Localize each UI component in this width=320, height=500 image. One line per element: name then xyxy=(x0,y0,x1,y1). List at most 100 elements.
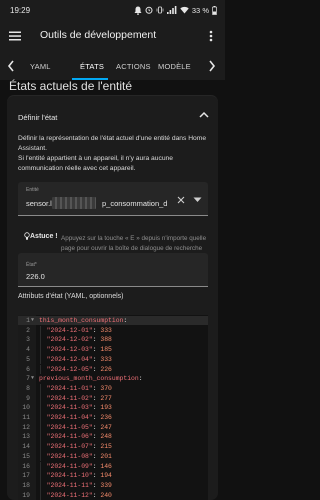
card-description: Définir la représentation de l'état actu… xyxy=(18,134,214,174)
yaml-value: 333 xyxy=(100,355,112,363)
yaml-entry: "2024-12-02": 388 xyxy=(46,336,112,344)
chevron-up-icon[interactable] xyxy=(198,110,210,120)
code-line[interactable]: 9 "2024-11-02": 277 xyxy=(18,393,208,404)
battery-percent: 33 % xyxy=(191,5,209,15)
line-number: 6 xyxy=(26,365,30,373)
code-line[interactable]: 8 "2024-11-01": 370 xyxy=(18,383,208,394)
yaml-value: 226 xyxy=(100,365,112,373)
yaml-entry: "2024-12-01": 333 xyxy=(46,326,112,334)
yaml-entry: "2024-11-09": 146 xyxy=(46,462,112,470)
line-number: 2 xyxy=(26,326,30,334)
app-bar: Outils de développement YAML ÉTATS ACTIO… xyxy=(0,20,225,80)
yaml-date-key: 2024-12-01 xyxy=(50,326,89,334)
line-number: 18 xyxy=(22,481,30,489)
tab-etats[interactable]: ÉTATS xyxy=(80,62,104,71)
line-number: 19 xyxy=(22,491,30,499)
signal-icon xyxy=(166,6,177,14)
code-line[interactable]: 3 "2024-12-02": 388 xyxy=(18,335,208,346)
wifi-icon xyxy=(180,6,189,14)
yaml-value: 194 xyxy=(100,472,112,480)
code-line[interactable]: 16 "2024-11-09": 146 xyxy=(18,461,208,472)
line-number: 3 xyxy=(26,336,30,344)
entity-picker[interactable]: Entité sensor.l p_consommation_d xyxy=(18,182,208,216)
code-line[interactable]: 2 "2024-12-01": 333 xyxy=(18,325,208,336)
yaml-value: 370 xyxy=(100,384,112,392)
yaml-entry: "2024-11-07": 215 xyxy=(46,443,112,451)
yaml-value: 277 xyxy=(100,394,112,402)
yaml-entry: "2024-11-04": 236 xyxy=(46,414,112,421)
yaml-date-key: 2024-11-03 xyxy=(50,404,89,412)
yaml-entry: "2024-12-03": 185 xyxy=(46,346,112,354)
yaml-value: 240 xyxy=(100,491,112,499)
yaml-key-text: this_month_consumption xyxy=(39,317,124,324)
yaml-date-key: 2024-11-12 xyxy=(50,491,89,499)
line-number: 11 xyxy=(22,414,30,421)
yaml-date-key: 2024-12-04 xyxy=(50,355,89,363)
code-line[interactable]: 19 "2024-11-12": 240 xyxy=(18,490,208,500)
yaml-value: 201 xyxy=(100,452,112,460)
alarm-icon xyxy=(145,6,153,14)
yaml-entry: "2024-11-03": 193 xyxy=(46,404,112,412)
yaml-entry: "2024-11-06": 248 xyxy=(46,433,112,441)
code-line[interactable]: 18 "2024-11-11": 339 xyxy=(18,480,208,491)
yaml-entry: "2024-11-08": 201 xyxy=(46,452,112,460)
fold-arrow-icon[interactable]: ▼ xyxy=(31,374,37,383)
line-number: 14 xyxy=(22,443,30,451)
code-line[interactable]: 4 "2024-12-03": 185 xyxy=(18,345,208,355)
fold-arrow-icon[interactable]: ▼ xyxy=(31,316,37,325)
code-line[interactable]: 11 "2024-11-04": 236 xyxy=(18,413,208,423)
yaml-entry: "2024-11-05": 247 xyxy=(46,423,112,431)
chevron-left-icon[interactable] xyxy=(6,58,16,74)
yaml-key: this_month_consumption: xyxy=(39,317,128,324)
more-options-icon[interactable] xyxy=(206,29,216,43)
line-number: 7 xyxy=(26,375,30,383)
yaml-entry: "2024-11-10": 194 xyxy=(46,472,112,480)
yaml-value: 339 xyxy=(100,481,112,489)
status-bar: 19:29 33 % xyxy=(0,0,225,20)
code-line[interactable]: 17 "2024-11-10": 194 xyxy=(18,471,208,481)
state-input[interactable]: État* 226.0 xyxy=(18,253,208,287)
code-line[interactable]: 14 "2024-11-07": 215 xyxy=(18,442,208,452)
yaml-value: 215 xyxy=(100,443,112,451)
yaml-date-key: 2024-11-11 xyxy=(50,481,89,489)
line-number: 17 xyxy=(22,472,30,480)
menu-icon[interactable] xyxy=(8,29,22,43)
yaml-key: previous_month_consumption: xyxy=(39,375,143,383)
code-line[interactable]: 10 "2024-11-03": 193 xyxy=(18,403,208,413)
description-line-2: Si l'entité appartient à un appareil, il… xyxy=(18,155,173,173)
tab-modele[interactable]: MODÈLE xyxy=(158,62,191,71)
yaml-value: 193 xyxy=(100,404,112,412)
line-number: 4 xyxy=(26,346,30,354)
redacted-block xyxy=(52,197,96,209)
entity-field-label: Entité xyxy=(26,187,39,193)
tab-actions[interactable]: ACTIONS xyxy=(116,62,151,71)
yaml-code-editor[interactable]: 1 ▼ this_month_consumption: 2 "2024-12-01":… xyxy=(18,315,208,500)
yaml-key-text: previous_month_consumption xyxy=(39,375,139,383)
code-line[interactable]: 5 "2024-12-04": 333 xyxy=(18,354,208,365)
yaml-value: 333 xyxy=(100,326,112,334)
yaml-date-key: 2024-11-04 xyxy=(50,414,89,421)
code-line[interactable]: 6 "2024-12-05": 226 xyxy=(18,364,208,375)
yaml-value: 388 xyxy=(100,336,112,344)
code-line[interactable]: 12 "2024-11-05": 247 xyxy=(18,422,208,433)
state-field-label: État* xyxy=(26,262,37,268)
card-header[interactable]: Définir l'état xyxy=(18,113,57,122)
code-line[interactable]: 1 ▼ this_month_consumption: xyxy=(18,316,208,325)
chevron-right-icon[interactable] xyxy=(207,58,217,74)
yaml-value: 146 xyxy=(100,462,112,470)
dropdown-arrow-icon[interactable] xyxy=(193,197,202,203)
yaml-date-key: 2024-11-08 xyxy=(50,452,89,460)
code-line[interactable]: 7 ▼ previous_month_consumption: xyxy=(18,374,208,383)
code-line[interactable]: 15 "2024-11-08": 201 xyxy=(18,451,208,462)
set-state-card: Définir l'état Définir la représentation… xyxy=(7,95,218,500)
yaml-date-key: 2024-11-01 xyxy=(50,384,89,392)
yaml-date-key: 2024-11-10 xyxy=(50,472,89,480)
tab-yaml[interactable]: YAML xyxy=(30,62,51,71)
tab-bar: YAML ÉTATS ACTIONS MODÈLE xyxy=(0,53,225,80)
clear-icon[interactable] xyxy=(177,196,185,204)
code-line[interactable]: 13 "2024-11-06": 248 xyxy=(18,432,208,443)
line-number: 13 xyxy=(22,433,30,441)
line-number: 15 xyxy=(22,452,30,460)
yaml-value: 248 xyxy=(100,433,112,441)
bell-icon xyxy=(134,6,142,15)
